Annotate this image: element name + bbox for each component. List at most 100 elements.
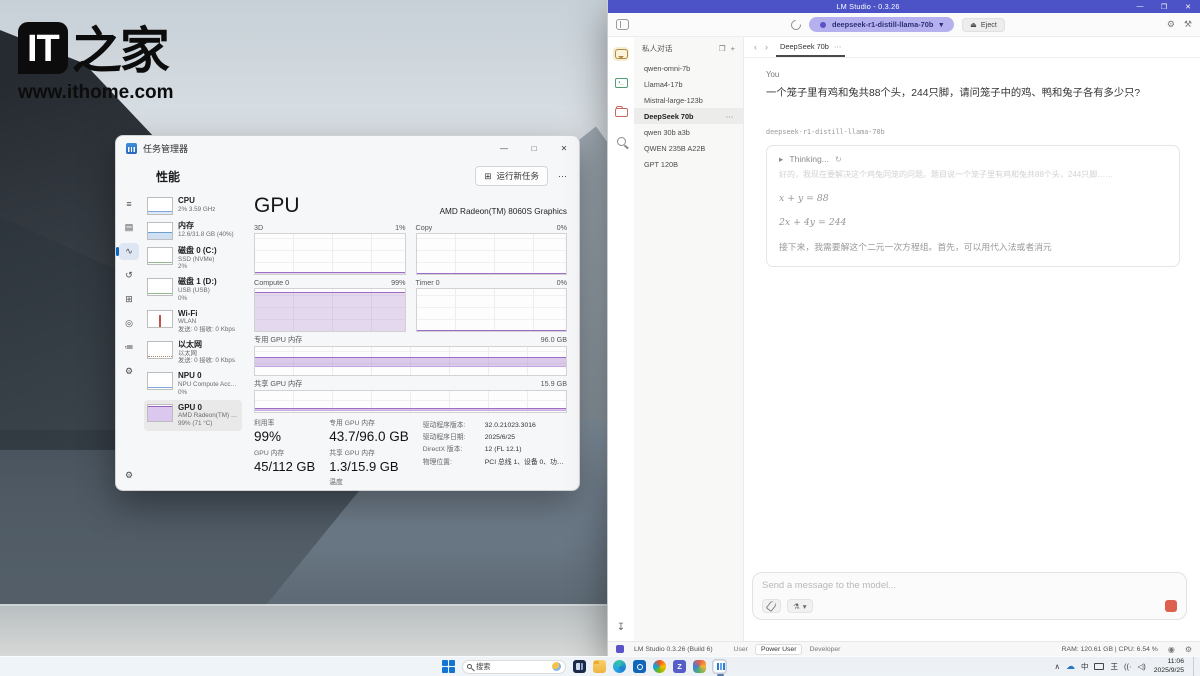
- minimize-button[interactable]: —: [489, 136, 519, 161]
- chat-list-item[interactable]: Mistral-large-123b: [634, 92, 743, 108]
- mode-power-user[interactable]: Power User: [755, 644, 803, 655]
- gpu-panel-title: GPU: [254, 195, 300, 216]
- stop-generation-button[interactable]: [1165, 600, 1177, 612]
- message-input-placeholder: Send a message to the model...: [762, 580, 1177, 591]
- chat-list-item[interactable]: GPT 120B: [634, 156, 743, 172]
- chart-3d: [254, 233, 406, 275]
- chart-3d-value: 1%: [395, 223, 405, 232]
- task-view-icon[interactable]: [573, 660, 586, 673]
- task-manager-title: 任务管理器: [143, 142, 489, 155]
- details-icon[interactable]: ≔: [119, 339, 139, 356]
- colorful-app-icon[interactable]: [693, 660, 706, 673]
- temperature-label: 温度: [329, 479, 409, 488]
- chat-item-menu-icon[interactable]: ⋯: [726, 112, 733, 121]
- start-button[interactable]: [442, 660, 455, 673]
- performance-sidebar: CPU 2% 3.59 GHz 内存 12.6/31.8 GB (40%) 磁盘…: [142, 191, 244, 490]
- sidebar-item-disk0[interactable]: 磁盘 0 (C:) SSD (NVMe) 2%: [144, 243, 242, 274]
- settings-icon[interactable]: ⚙: [119, 467, 139, 484]
- maximize-button[interactable]: □: [519, 136, 549, 161]
- copilot-icon[interactable]: [653, 660, 666, 673]
- processes-icon[interactable]: ▤: [119, 219, 139, 236]
- chat-list-item[interactable]: qwen 30b a3b: [634, 124, 743, 140]
- task-manager-titlebar[interactable]: 任务管理器 — □ ✕: [116, 136, 579, 161]
- tray-chevron-up-icon[interactable]: ∧: [1054, 662, 1060, 671]
- startup-apps-icon[interactable]: ⊞: [119, 291, 139, 308]
- task-manager-taskbar-icon[interactable]: [713, 660, 726, 673]
- sidebar-item-cpu[interactable]: CPU 2% 3.59 GHz: [144, 193, 242, 218]
- driver-date-value: 2025/6/25: [485, 432, 515, 444]
- collapse-panel-icon[interactable]: ❐: [719, 44, 726, 53]
- sidebar-item-npu[interactable]: NPU 0 NPU Compute Accel... 0%: [144, 368, 242, 399]
- sampling-options-button[interactable]: ⚗ ▾: [787, 599, 813, 613]
- eject-model-button[interactable]: ⏏ Eject: [962, 18, 1005, 32]
- menu-icon[interactable]: ≡: [119, 195, 139, 212]
- sidebar-item-wifi[interactable]: Wi-Fi WLAN 发送: 0 接收: 0 Kbps: [144, 306, 242, 337]
- expand-caret-icon[interactable]: ▸: [779, 154, 783, 165]
- taskbar-search[interactable]: 搜索: [462, 660, 566, 674]
- chat-tab-menu-icon[interactable]: ⋯: [834, 42, 841, 51]
- attach-file-button[interactable]: [762, 599, 781, 613]
- settings-icon[interactable]: ⚙: [1167, 19, 1175, 30]
- nav-forward-icon[interactable]: ›: [765, 42, 768, 52]
- page-title: 性能: [156, 168, 475, 185]
- more-options-icon[interactable]: ⋯: [558, 171, 567, 182]
- model-reload-icon[interactable]: [789, 17, 803, 31]
- thinking-text-line: 接下来，我需要解这个二元一次方程组。首先，可以用代入法或者消元: [779, 241, 1167, 254]
- onedrive-cloud-icon[interactable]: ☁: [1066, 661, 1075, 672]
- sidebar-item-ethernet[interactable]: 以太网 以太网 发送: 0 接收: 0 Kbps: [144, 337, 242, 368]
- show-desktop-button[interactable]: [1193, 657, 1196, 676]
- sidebar-npu-name: NPU 0: [178, 371, 239, 381]
- run-new-task-button[interactable]: ⊞ 运行新任务: [475, 166, 548, 186]
- chat-list-item[interactable]: Llama4-17b: [634, 76, 743, 92]
- monitor-icon[interactable]: [1094, 663, 1104, 670]
- thinking-block[interactable]: ▸ Thinking... ↻ 好的，我现在要解决这个鸡兔同笼的问题。题目说一个…: [766, 145, 1180, 267]
- wifi-icon[interactable]: ((·: [1124, 662, 1132, 671]
- chat-item-label: qwen-omni-7b: [644, 64, 690, 73]
- sidebar-gpu-device: AMD Radeon(TM) 806...: [178, 412, 239, 420]
- users-icon[interactable]: ◎: [119, 315, 139, 332]
- sidebar-item-disk1[interactable]: 磁盘 1 (D:) USB (USB) 0%: [144, 274, 242, 305]
- developer-tab-icon[interactable]: ›_: [613, 76, 629, 90]
- chat-transcript[interactable]: You 一个笼子里有鸡和兔共88个头，244只脚，请问笼子中的鸡、鸭和兔子各有多…: [744, 58, 1200, 641]
- sidebar-item-gpu[interactable]: GPU 0 AMD Radeon(TM) 806... 99% (71 °C): [144, 400, 242, 431]
- services-icon[interactable]: ⚙: [119, 363, 139, 380]
- lm-studio-titlebar[interactable]: LM Studio - 0.3.26 — ❐ ✕: [608, 0, 1200, 13]
- message-input[interactable]: Send a message to the model... ⚗ ▾: [752, 572, 1187, 620]
- directx-version-value: 12 (FL 12.1): [485, 444, 522, 456]
- close-button[interactable]: ✕: [1176, 0, 1200, 13]
- user-icon[interactable]: ◉: [1168, 645, 1175, 654]
- ime-mode-badge[interactable]: 王: [1110, 661, 1118, 672]
- settings-icon[interactable]: ⚙: [1185, 645, 1192, 654]
- nav-back-icon[interactable]: ‹: [754, 42, 757, 52]
- model-selector[interactable]: deepseek-r1-distill-llama-70b ▾: [809, 17, 954, 32]
- z-app-icon[interactable]: Z: [673, 660, 686, 673]
- wrench-icon[interactable]: ⚒: [1184, 19, 1192, 30]
- chat-list-item[interactable]: QWEN 235B A22B: [634, 140, 743, 156]
- sidebar-toggle-icon[interactable]: [616, 19, 629, 30]
- chat-list-item-selected[interactable]: DeepSeek 70b ⋯: [634, 108, 743, 124]
- gpu-stats-col1: 利用率 99% GPU 内存 45/112 GB: [254, 420, 315, 491]
- my-models-tab-icon[interactable]: [613, 105, 629, 119]
- outlook-icon[interactable]: [633, 660, 646, 673]
- edge-browser-icon[interactable]: [613, 660, 626, 673]
- app-history-icon[interactable]: ↺: [119, 267, 139, 284]
- mode-developer[interactable]: Developer: [804, 645, 845, 654]
- chat-list-item[interactable]: qwen-omni-7b: [634, 60, 743, 76]
- chat-tab-icon[interactable]: [613, 47, 629, 61]
- minimize-button[interactable]: —: [1128, 0, 1152, 13]
- ime-badge[interactable]: 中: [1081, 661, 1089, 672]
- tray-clock[interactable]: 11:06 2025/9/25: [1154, 658, 1184, 675]
- file-explorer-icon[interactable]: [593, 660, 606, 673]
- volume-icon[interactable]: ◁): [1137, 662, 1145, 671]
- sidebar-item-memory[interactable]: 内存 12.6/31.8 GB (40%): [144, 218, 242, 243]
- mode-user[interactable]: User: [729, 645, 753, 654]
- physical-location-value: PCI 总线 1、设备 0、功能 0: [485, 457, 567, 469]
- maximize-button[interactable]: ❐: [1152, 0, 1176, 13]
- discover-tab-icon[interactable]: [613, 134, 629, 148]
- performance-icon[interactable]: ∿: [119, 243, 139, 260]
- close-button[interactable]: ✕: [549, 136, 579, 161]
- downloads-icon[interactable]: ↧: [617, 622, 625, 633]
- chat-tab[interactable]: DeepSeek 70b ⋯: [776, 37, 845, 57]
- temperature-value: 71 °C: [329, 488, 409, 491]
- new-chat-icon[interactable]: +: [731, 44, 735, 53]
